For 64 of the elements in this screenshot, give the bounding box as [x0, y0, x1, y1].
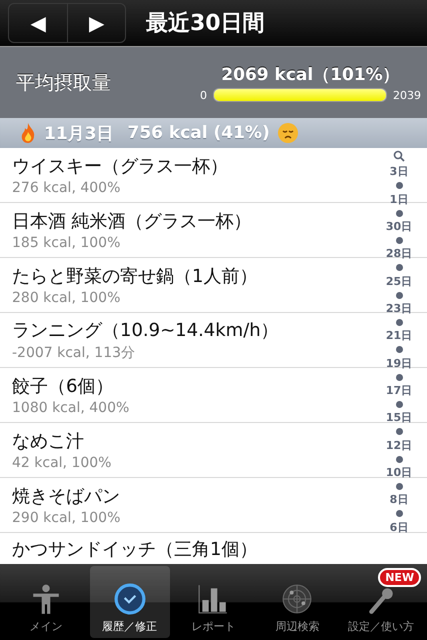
index-dot[interactable] — [396, 374, 402, 381]
index-label[interactable]: 21日 — [386, 330, 412, 342]
index-dot[interactable] — [396, 237, 402, 244]
entry-detail: 1080 kcal, 400% — [12, 400, 130, 416]
day-total: 756 kcal (41%) — [128, 123, 270, 143]
tab[interactable]: NEW 設定／使い方 — [341, 566, 422, 638]
entry-name: 日本酒 純米酒（グラス一杯） — [12, 210, 252, 233]
tab[interactable]: レポート — [173, 566, 254, 638]
new-badge: NEW — [378, 568, 422, 587]
entry-name: かつサンドイッチ（三角1個） — [12, 538, 258, 561]
intake-value: 2069 kcal（101%） — [221, 64, 400, 86]
search-icon[interactable] — [393, 150, 405, 162]
clock-icon — [114, 583, 146, 615]
index-dot[interactable] — [396, 292, 402, 299]
tab[interactable]: 履歴／修正 — [90, 566, 170, 638]
index-label[interactable]: 30日 — [386, 220, 412, 233]
index-dot[interactable] — [396, 456, 402, 463]
index-label[interactable]: 12日 — [386, 440, 412, 452]
index-label[interactable]: 17日 — [386, 384, 412, 397]
entry-detail: 280 kcal, 100% — [12, 290, 120, 306]
index-dot[interactable] — [396, 319, 402, 326]
index-label[interactable]: 15日 — [386, 412, 412, 424]
entry-name: ウイスキー（グラス一杯） — [12, 155, 228, 178]
summary-label: 平均摂取量 — [16, 70, 111, 96]
index-label[interactable]: 3日 — [390, 166, 408, 178]
screen-title: 最近30日間 — [146, 10, 265, 38]
food-row[interactable]: かつサンドイッチ（三角1個） — [0, 533, 427, 564]
index-label[interactable]: 19日 — [386, 358, 412, 370]
entry-detail: 290 kcal, 100% — [12, 510, 120, 526]
radar-icon — [281, 583, 314, 615]
index-dot[interactable] — [396, 182, 402, 190]
scale-max: 2039 — [393, 88, 421, 102]
flame-icon — [20, 123, 36, 143]
entry-detail: -2007 kcal, 113分 — [12, 344, 136, 362]
index-label[interactable]: 8日 — [390, 494, 408, 506]
index-dot[interactable] — [396, 264, 402, 272]
entry-name: 餃子（6個） — [12, 375, 114, 398]
index-label[interactable]: 23日 — [386, 302, 412, 315]
index-label[interactable]: 6日 — [390, 522, 408, 534]
index-dot[interactable] — [396, 346, 402, 354]
index-label[interactable]: 28日 — [386, 248, 412, 260]
entry-detail: 42 kcal, 100% — [12, 455, 112, 471]
index-label[interactable]: 25日 — [386, 276, 412, 288]
index-dot[interactable] — [396, 510, 402, 518]
index-dot[interactable] — [396, 210, 402, 217]
tab[interactable]: メイン — [6, 566, 86, 638]
entry-detail: 185 kcal, 100% — [12, 235, 120, 251]
entry-name: ランニング（10.9~14.4km/h） — [12, 319, 279, 342]
index-dot[interactable] — [396, 428, 402, 436]
entry-name: なめこ汁 — [12, 430, 84, 453]
scale-min: 0 — [200, 88, 207, 102]
day-date: 11月3日 — [44, 122, 114, 144]
index-dot[interactable] — [396, 483, 402, 490]
index-dot[interactable] — [396, 401, 402, 408]
tab[interactable]: 周辺検索 — [257, 566, 338, 638]
next-button[interactable]: ▶ — [67, 4, 125, 42]
bar-chart-icon — [197, 583, 230, 615]
previous-button[interactable]: ◀ — [9, 4, 67, 42]
index-label[interactable]: 10日 — [386, 466, 412, 479]
sad-face-icon — [278, 123, 298, 143]
entry-detail: 276 kcal, 400% — [12, 180, 120, 196]
index-label[interactable]: 1日 — [390, 194, 408, 206]
entry-name: 焼きそばパン — [12, 485, 120, 508]
entry-name: たらと野菜の寄せ鍋（1人前） — [12, 265, 258, 288]
